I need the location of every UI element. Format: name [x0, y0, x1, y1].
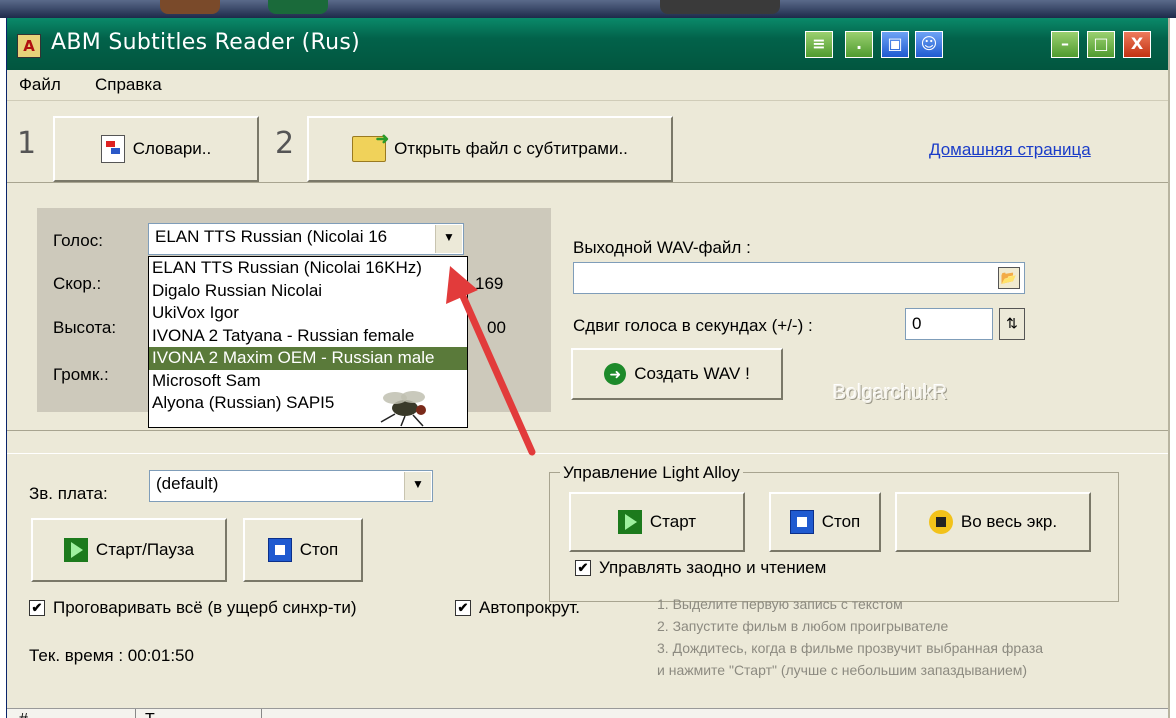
annotation-arrow [446, 266, 536, 456]
